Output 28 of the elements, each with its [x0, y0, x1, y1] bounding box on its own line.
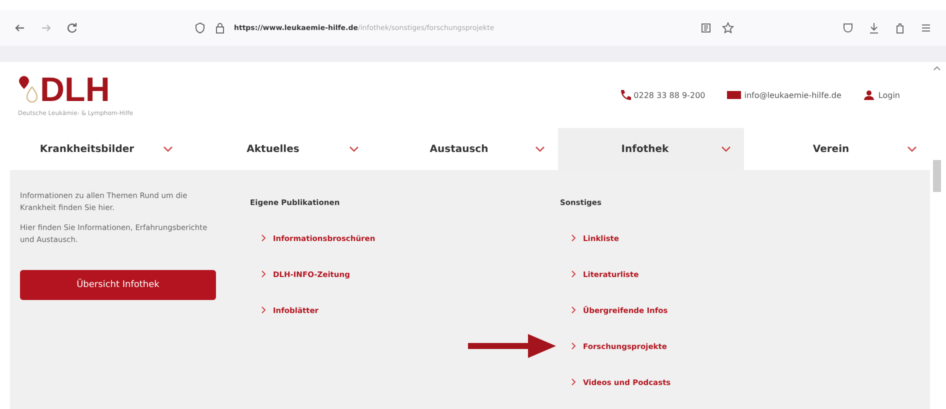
pocket-icon[interactable]: [842, 22, 854, 34]
back-icon[interactable]: [14, 22, 26, 34]
nav-tab[interactable]: Infothek: [558, 128, 744, 170]
phone-number[interactable]: 0228 33 88 9-200: [634, 90, 706, 100]
shield-icon: [194, 22, 206, 34]
phone-icon: [618, 89, 631, 101]
email-link[interactable]: info@leukaemie-hilfe.de: [744, 90, 842, 100]
logo-text[interactable]: DLH: [40, 73, 110, 107]
chevron-right-icon: [570, 342, 578, 350]
user-icon: [863, 89, 876, 101]
drop-icon: [18, 75, 38, 105]
envelope-icon: [727, 89, 742, 101]
chevron-right-icon: [570, 270, 578, 278]
reload-icon[interactable]: [66, 22, 78, 34]
reader-view-icon[interactable]: [700, 22, 712, 34]
chevron-right-icon: [260, 234, 268, 242]
login-link[interactable]: Login: [878, 90, 900, 100]
extensions-icon[interactable]: [894, 22, 906, 34]
star-icon[interactable]: [722, 22, 734, 34]
lock-icon: [214, 22, 226, 34]
chevron-right-icon: [260, 270, 268, 278]
chevron-right-icon: [570, 234, 578, 242]
download-icon[interactable]: [868, 22, 880, 34]
chevron-right-icon: [570, 378, 578, 386]
chevron-right-icon: [570, 306, 578, 314]
menu-icon[interactable]: [920, 22, 932, 34]
overview-button[interactable]: Übersicht Infothek: [20, 270, 216, 300]
chevron-right-icon: [260, 306, 268, 314]
